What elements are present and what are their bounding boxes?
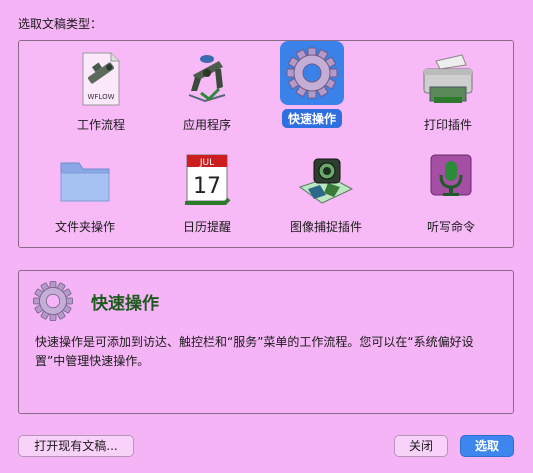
- tile-folder-action-label: 文件夹操作: [54, 220, 115, 234]
- tile-print-plugin[interactable]: 打印插件: [393, 47, 503, 137]
- description-title: 快速操作: [91, 294, 159, 314]
- tile-calendar-alarm-label: 日历提醒: [182, 220, 231, 234]
- tile-dictation[interactable]: 听写命令: [396, 149, 506, 239]
- document-type-grid: WFLOW 工作流程 应用程序 快速操作 打印插件 文件夹操作 JUL 17 日…: [18, 40, 514, 248]
- gear-icon: [280, 41, 344, 105]
- tile-workflow[interactable]: WFLOW 工作流程: [46, 47, 156, 137]
- tile-image-capture-label: 图像捕捉插件: [289, 220, 362, 234]
- folder-icon: [53, 149, 117, 213]
- open-existing-button[interactable]: 打开现有文稿...: [18, 435, 134, 457]
- tile-print-plugin-label: 打印插件: [423, 118, 472, 132]
- tile-folder-action[interactable]: 文件夹操作: [30, 149, 140, 239]
- description-text: 快速操作是可添加到访达、触控栏和“服务”菜单的工作流程。您可以在“系统偏好设置”…: [35, 335, 474, 368]
- image-capture-icon: [294, 149, 358, 213]
- tile-application-label: 应用程序: [182, 118, 231, 132]
- tile-application[interactable]: 应用程序: [152, 47, 262, 137]
- tile-dictation-label: 听写命令: [426, 220, 475, 234]
- workflow-icon: WFLOW: [69, 47, 133, 111]
- close-button[interactable]: 关闭: [394, 435, 448, 457]
- description-gear-icon: [29, 277, 77, 325]
- tile-workflow-label: 工作流程: [76, 118, 125, 132]
- heading: 选取文稿类型：: [18, 17, 103, 31]
- application-icon: [175, 47, 239, 111]
- calendar-day: 17: [193, 174, 221, 199]
- tile-quick-action-label: 快速操作: [281, 109, 342, 128]
- tile-calendar-alarm[interactable]: JUL 17 日历提醒: [152, 149, 262, 239]
- tile-image-capture[interactable]: 图像捕捉插件: [271, 149, 381, 239]
- calendar-icon: JUL 17: [175, 149, 239, 213]
- tile-quick-action[interactable]: 快速操作: [257, 41, 367, 131]
- microphone-icon: [419, 149, 483, 213]
- description-panel: 快速操作 快速操作是可添加到访达、触控栏和“服务”菜单的工作流程。您可以在“系统…: [18, 270, 514, 414]
- workflow-badge: WFLOW: [87, 93, 114, 101]
- calendar-month: JUL: [199, 158, 214, 168]
- choose-button[interactable]: 选取: [460, 435, 514, 457]
- printer-icon: [416, 47, 480, 111]
